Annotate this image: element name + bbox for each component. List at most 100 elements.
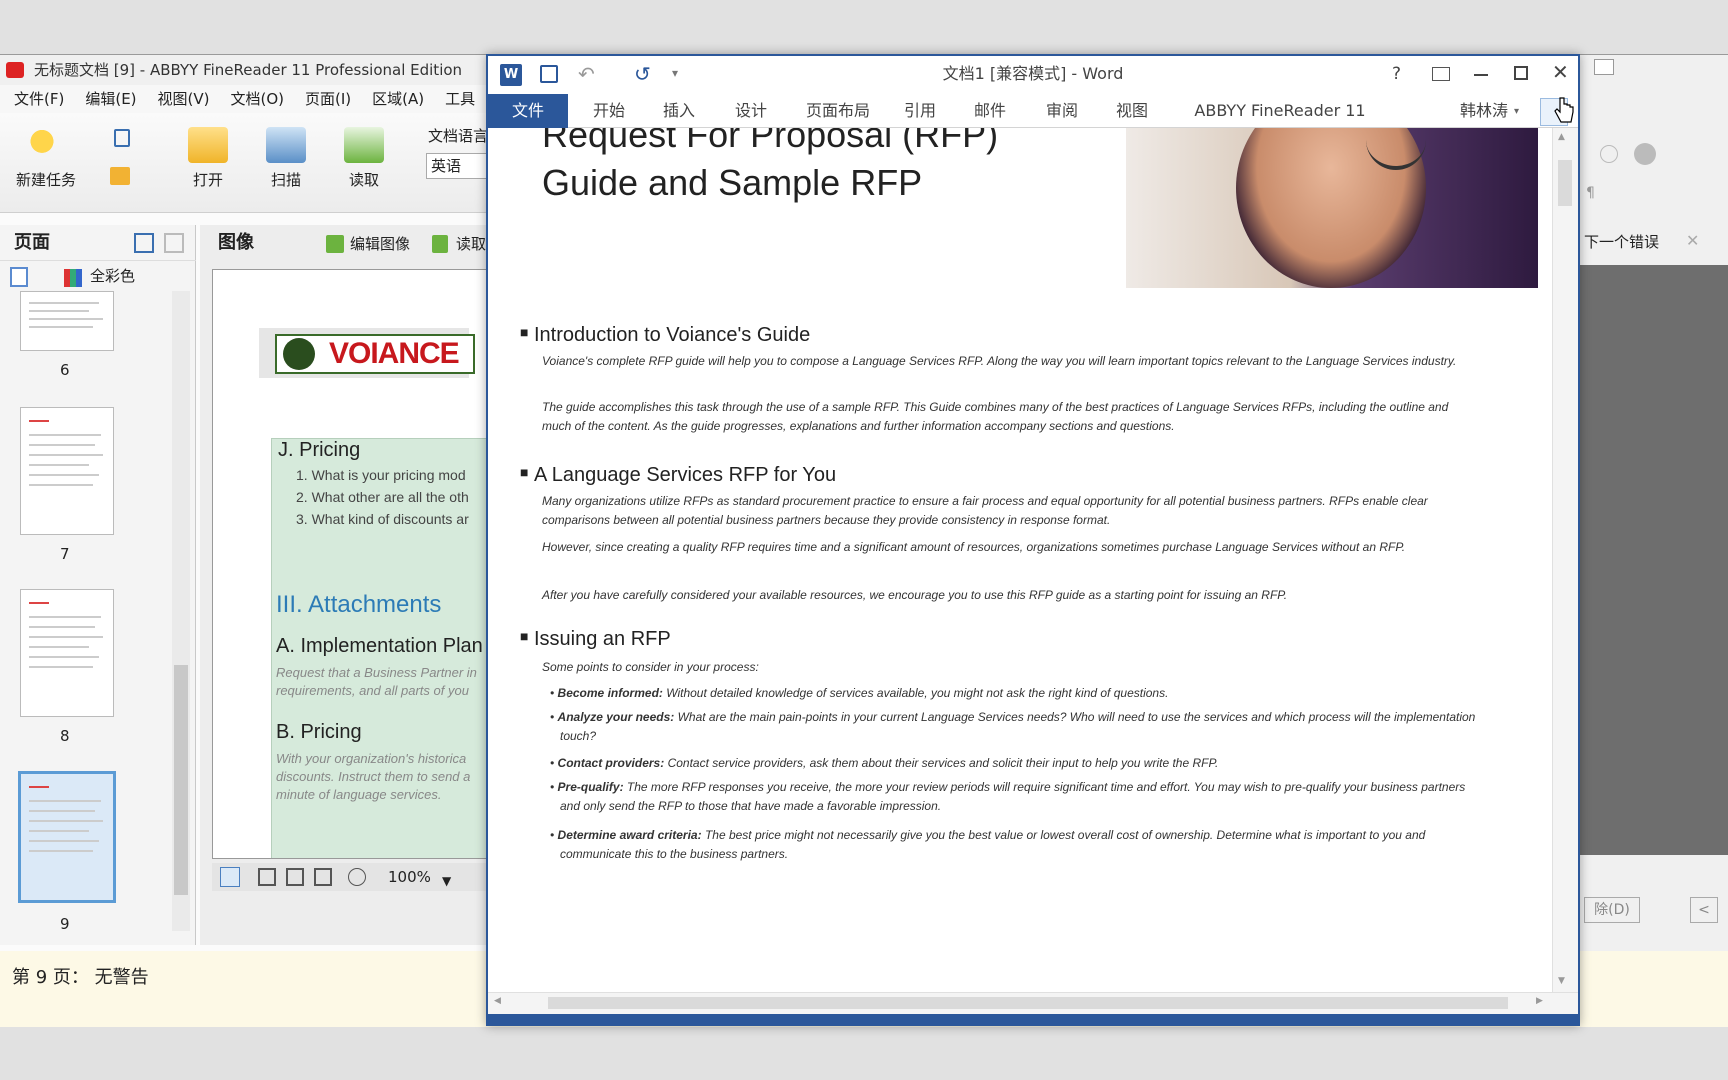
impl-text-1: Request that a Business Partner in: [276, 665, 477, 680]
headset-woman-photo[interactable]: [1126, 128, 1538, 288]
page-thumbnail-6[interactable]: [20, 291, 114, 351]
edit-image-button[interactable]: 编辑图像: [350, 233, 410, 254]
menu-tools[interactable]: 工具: [431, 85, 482, 113]
pages-scrollbar-thumb[interactable]: [174, 665, 188, 895]
new-task-button[interactable]: 新建任务: [8, 119, 84, 190]
quick-access-dropdown-icon[interactable]: ▾: [672, 66, 678, 80]
next-error-button[interactable]: 下一个错误: [1584, 231, 1659, 252]
status-text: 第 9 页： 无警告: [12, 967, 149, 988]
close-icon[interactable]: ✕: [1552, 60, 1569, 84]
ribbon-display-icon[interactable]: [1432, 67, 1450, 81]
menu-view[interactable]: 视图(V): [144, 85, 217, 113]
horizontal-scrollbar-thumb[interactable]: [548, 997, 1508, 1009]
delete-button[interactable]: 除(D): [1584, 897, 1640, 923]
fit-height-icon[interactable]: [314, 868, 332, 886]
tab-abbyy-finereader[interactable]: ABBYY FineReader 11: [1192, 94, 1368, 128]
implementation-plan-heading: A. Implementation Plan: [276, 635, 483, 657]
text-panel-background: [1580, 265, 1728, 855]
page-number-9: 9: [60, 915, 70, 933]
section-j-heading: J. Pricing: [278, 439, 361, 461]
people-icon[interactable]: [1634, 143, 1656, 165]
page-thumbnail-7[interactable]: [20, 407, 114, 535]
word-title-bar: 文档1 [兼容模式] - Word: [488, 56, 1578, 94]
tab-review[interactable]: 审阅: [1040, 94, 1084, 128]
redo-icon[interactable]: ↺: [634, 62, 651, 86]
pricing-section-box: J. Pricing 1. What is your pricing mod 2…: [271, 438, 489, 858]
page-export-icon[interactable]: [134, 233, 154, 253]
page-icon[interactable]: [114, 129, 130, 147]
scan-label: 扫描: [270, 171, 301, 189]
menu-area[interactable]: 区域(A): [358, 85, 431, 113]
tab-insert[interactable]: 插入: [654, 94, 704, 128]
menu-document[interactable]: 文档(O): [217, 85, 292, 113]
user-dropdown-icon[interactable]: ▾: [1514, 106, 1519, 117]
list-item-pre-qualify: • Pre-qualify: The more RFP responses yo…: [550, 780, 1466, 813]
tab-view[interactable]: 视图: [1110, 94, 1154, 128]
impl-text-2: requirements, and all parts of you: [276, 683, 469, 698]
abbyy-app-icon: [6, 62, 24, 78]
bullet-text: The more RFP responses you receive, the …: [560, 780, 1466, 813]
maximize-icon[interactable]: [1514, 66, 1528, 80]
zoom-dropdown-icon[interactable]: ▼: [442, 867, 451, 895]
language-paragraph-3: After you have carefully considered your…: [542, 588, 1288, 602]
page-import-icon[interactable]: [164, 233, 184, 253]
minimize-icon[interactable]: [1474, 74, 1488, 76]
page-number-7: 7: [60, 545, 70, 563]
menu-page[interactable]: 页面(I): [291, 85, 358, 113]
read-button[interactable]: 读取: [326, 119, 402, 190]
page-thumbnail-9[interactable]: [18, 771, 116, 903]
text-panel-footer: 除(D) <: [1580, 865, 1728, 941]
page-thumbnail-8[interactable]: [20, 589, 114, 717]
tab-file[interactable]: 文件: [488, 94, 568, 128]
b-text-3: minute of language services.: [276, 787, 442, 802]
read-label: 读取: [348, 171, 379, 189]
copy-icon[interactable]: [110, 167, 130, 185]
paragraph-mark-icon[interactable]: ¶: [1586, 185, 1595, 201]
abbyy-title-bar: 无标题文档 [9] - ABBYY FineReader 11 Professi…: [0, 55, 490, 85]
window-restore-icon[interactable]: [1594, 59, 1614, 75]
fit-page-icon[interactable]: [258, 868, 276, 886]
zoom-value[interactable]: 100%: [388, 868, 431, 886]
pages-panel: 页面 全彩色 6 7 8 9: [0, 225, 196, 945]
doc-language-select[interactable]: 英语: [426, 153, 490, 179]
tab-home[interactable]: 开始: [584, 94, 634, 128]
scan-button[interactable]: 扫描: [248, 119, 324, 190]
doc-title-line-2: Guide and Sample RFP: [542, 162, 923, 203]
list-item-contact-providers: • Contact providers: Contact service pro…: [550, 756, 1219, 770]
read-page-button[interactable]: 读取: [456, 233, 490, 254]
scroll-down-icon[interactable]: ▼: [1558, 976, 1565, 986]
save-icon[interactable]: [540, 65, 558, 83]
scroll-left-icon[interactable]: ◀: [494, 996, 501, 1006]
section-heading-language-services: ■ A Language Services RFP for You: [520, 464, 836, 487]
word-status-bar: [488, 1014, 1578, 1026]
word-window: 文档1 [兼容模式] - Word W ↶ ↺ ▾ ? ✕ 文件 开始 插入 设…: [486, 54, 1580, 1026]
document-page[interactable]: Request For Proposal (RFP) Guide and Sam…: [488, 128, 1552, 992]
intro-paragraph-2: The guide accomplishes this task through…: [542, 400, 1449, 433]
zoom-out-icon[interactable]: [348, 868, 366, 886]
scanned-page-image[interactable]: VOIANCE J. Pricing 1. What is your prici…: [212, 269, 490, 859]
heading-text: Issuing an RFP: [534, 628, 671, 650]
scroll-top-icon[interactable]: [220, 867, 240, 887]
menu-file[interactable]: 文件(F): [0, 85, 71, 113]
help-button[interactable]: ?: [1392, 64, 1401, 84]
vertical-scrollbar[interactable]: [1552, 128, 1578, 992]
open-label: 打开: [192, 171, 223, 189]
tab-references[interactable]: 引用: [898, 94, 942, 128]
omega-icon[interactable]: [1600, 145, 1618, 163]
menu-edit[interactable]: 编辑(E): [71, 85, 143, 113]
tab-mailings[interactable]: 邮件: [968, 94, 1012, 128]
close-error-icon[interactable]: ✕: [1686, 231, 1699, 250]
previous-icon[interactable]: <: [1690, 897, 1718, 923]
scroll-right-icon[interactable]: ▶: [1536, 996, 1543, 1006]
tab-design[interactable]: 设计: [726, 94, 776, 128]
open-button[interactable]: 打开: [170, 119, 246, 190]
color-mode-label[interactable]: 全彩色: [0, 261, 196, 291]
tab-page-layout[interactable]: 页面布局: [798, 94, 878, 128]
user-name[interactable]: 韩林涛: [1456, 94, 1512, 128]
scroll-up-icon[interactable]: ▲: [1558, 132, 1565, 142]
language-paragraph-2: However, since creating a quality RFP re…: [542, 540, 1406, 554]
undo-icon[interactable]: ↶: [578, 62, 595, 86]
section-heading-introduction: ■ Introduction to Voiance's Guide: [520, 324, 810, 347]
vertical-scrollbar-thumb[interactable]: [1558, 160, 1572, 206]
fit-width-icon[interactable]: [286, 868, 304, 886]
